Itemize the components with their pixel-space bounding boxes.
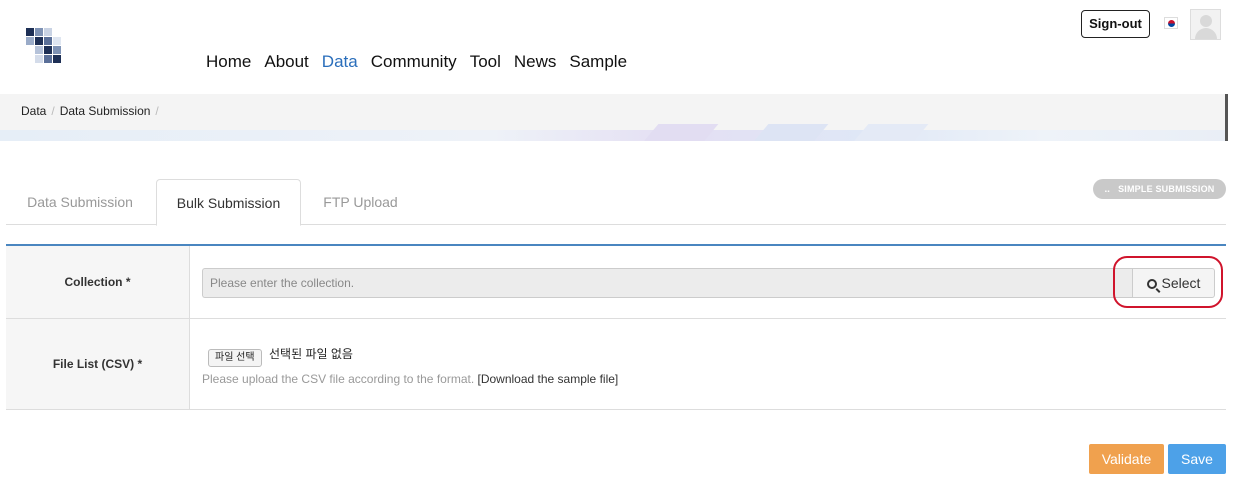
tab-ftp-upload[interactable]: FTP Upload xyxy=(303,179,418,225)
nav-item-data[interactable]: Data xyxy=(322,52,358,72)
download-sample-link[interactable]: [Download the sample file] xyxy=(478,372,619,386)
main-nav: Home About Data Community Tool News Samp… xyxy=(206,52,640,72)
save-button[interactable]: Save xyxy=(1168,444,1226,474)
csv-help-text: Please upload the CSV file according to … xyxy=(202,372,618,386)
nav-item-news[interactable]: News xyxy=(514,52,557,72)
arrow-icon: ‥ xyxy=(1104,185,1111,194)
breadcrumb-separator: / xyxy=(155,104,159,118)
breadcrumb-item-data[interactable]: Data xyxy=(21,104,46,118)
collection-field-cell: Please enter the collection. Select xyxy=(190,246,1226,318)
nav-item-sample[interactable]: Sample xyxy=(569,52,627,72)
site-logo[interactable] xyxy=(26,28,64,66)
nav-item-community[interactable]: Community xyxy=(371,52,457,72)
collection-label: Collection * xyxy=(6,246,190,318)
nav-item-about[interactable]: About xyxy=(264,52,308,72)
file-list-field-cell: 파일 선택 선택된 파일 없음 Please upload the CSV fi… xyxy=(190,319,1226,409)
choose-file-button[interactable]: 파일 선택 xyxy=(208,349,262,367)
site-header: Home About Data Community Tool News Samp… xyxy=(0,0,1234,94)
breadcrumb: Data / Data Submission / xyxy=(21,104,164,118)
simple-submission-button[interactable]: ‥ SIMPLE SUBMISSION xyxy=(1093,179,1226,199)
signout-button[interactable]: Sign-out xyxy=(1081,10,1150,38)
collection-input[interactable]: Please enter the collection. xyxy=(202,268,1135,298)
tab-bulk-submission[interactable]: Bulk Submission xyxy=(156,179,301,226)
submission-tabs: Data Submission Bulk Submission FTP Uplo… xyxy=(6,179,1226,226)
validate-button[interactable]: Validate xyxy=(1089,444,1164,474)
collection-row: Collection * Please enter the collection… xyxy=(6,246,1226,319)
nav-item-tool[interactable]: Tool xyxy=(470,52,501,72)
breadcrumb-item-data-submission[interactable]: Data Submission xyxy=(60,104,151,118)
simple-submission-label: SIMPLE SUBMISSION xyxy=(1118,184,1215,194)
korea-flag-icon[interactable] xyxy=(1164,17,1178,29)
user-avatar-icon[interactable] xyxy=(1190,9,1221,40)
nav-item-home[interactable]: Home xyxy=(206,52,251,72)
csv-help-message: Please upload the CSV file according to … xyxy=(202,372,475,386)
breadcrumb-separator: / xyxy=(51,104,55,118)
breadcrumb-banner xyxy=(0,94,1228,141)
bulk-submission-form: Collection * Please enter the collection… xyxy=(6,244,1226,410)
highlight-annotation xyxy=(1113,256,1223,308)
file-list-label: File List (CSV) * xyxy=(6,319,190,409)
no-file-selected-text: 선택된 파일 없음 xyxy=(269,347,353,361)
tab-data-submission[interactable]: Data Submission xyxy=(6,179,154,225)
file-list-row: File List (CSV) * 파일 선택 선택된 파일 없음 Please… xyxy=(6,319,1226,410)
